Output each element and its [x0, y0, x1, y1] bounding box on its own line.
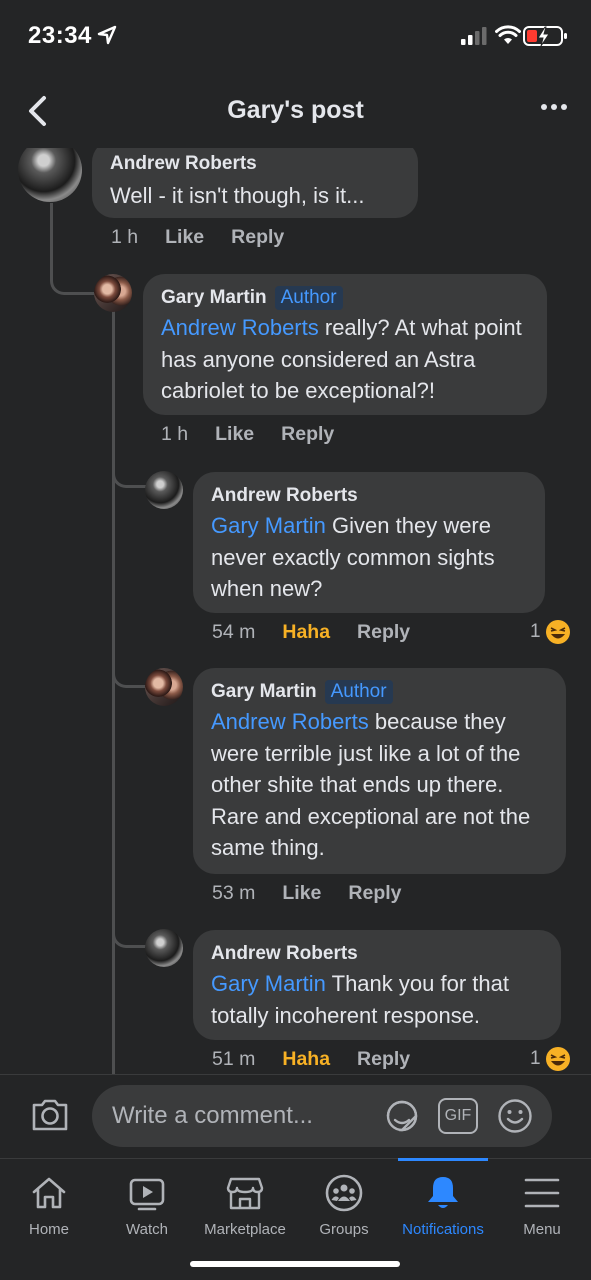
avatar[interactable] — [18, 148, 82, 202]
comment-author[interactable]: Andrew Roberts — [211, 484, 358, 508]
comment-time: 54 m — [212, 621, 256, 643]
cellular-signal-icon — [461, 27, 487, 45]
tab-notifications[interactable]: Notifications — [394, 1159, 492, 1238]
tab-label: Watch — [126, 1221, 168, 1238]
comment-time: 1 h — [111, 226, 139, 248]
reply-button[interactable]: Reply — [231, 226, 284, 249]
like-button[interactable]: Like — [165, 226, 204, 249]
comment-actions: 53 m Like Reply — [212, 882, 402, 905]
tab-watch[interactable]: Watch — [98, 1159, 196, 1238]
emoji-icon[interactable] — [497, 1098, 533, 1134]
haha-reaction-button[interactable]: Haha — [282, 621, 330, 644]
tab-label: Notifications — [402, 1221, 484, 1238]
location-arrow-icon — [97, 25, 117, 45]
comment-author[interactable]: Gary Martin — [161, 286, 267, 310]
avatar[interactable] — [145, 471, 183, 509]
mention-link[interactable]: Andrew Roberts — [211, 709, 369, 734]
comment-bubble[interactable]: Gary Martin Author Andrew Roberts becaus… — [193, 668, 566, 874]
comment-time: 1 h — [161, 423, 189, 445]
reaction-count-value: 1 — [530, 1048, 541, 1069]
comment-actions: 1 h Like Reply — [161, 423, 334, 446]
reply-button[interactable]: Reply — [357, 1048, 410, 1071]
groups-icon — [325, 1174, 363, 1212]
author-badge: Author — [274, 286, 343, 310]
comment-bubble[interactable]: Andrew Roberts Gary Martin Thank you for… — [193, 930, 561, 1040]
tab-label: Menu — [523, 1221, 561, 1238]
watch-icon — [129, 1178, 165, 1211]
comment-bubble[interactable]: Gary Martin Author Andrew Roberts really… — [143, 274, 547, 415]
menu-icon — [524, 1178, 560, 1208]
comment-thread: Andrew Roberts Well - it isn't though, i… — [0, 148, 591, 1074]
camera-icon[interactable] — [30, 1097, 70, 1133]
like-button[interactable]: Like — [215, 423, 254, 446]
comment-text: Well - it isn't though, is it... — [110, 183, 365, 208]
comment-author[interactable]: Gary Martin — [211, 680, 317, 704]
reply-button[interactable]: Reply — [281, 423, 334, 446]
home-indicator[interactable] — [190, 1261, 400, 1267]
comment-time: 53 m — [212, 882, 256, 904]
gif-button[interactable]: GIF — [438, 1098, 478, 1134]
comment-time: 51 m — [212, 1048, 256, 1070]
tab-home[interactable]: Home — [0, 1159, 98, 1238]
tab-label: Home — [28, 1221, 69, 1238]
comment-input[interactable] — [92, 1085, 552, 1147]
comment-actions: 51 m Haha Reply — [212, 1048, 410, 1071]
avatar[interactable] — [145, 929, 183, 967]
reaction-count-value: 1 — [530, 621, 541, 642]
comment-actions: 1 h Like Reply — [111, 226, 284, 249]
page-title: Gary's post — [227, 96, 364, 124]
tab-label: Marketplace — [204, 1221, 286, 1238]
status-bar: 23:34 — [0, 0, 591, 72]
more-options-button[interactable] — [541, 104, 567, 110]
mention-link[interactable]: Andrew Roberts — [161, 315, 319, 340]
mention-link[interactable]: Gary Martin — [211, 971, 326, 996]
haha-emoji-icon — [545, 1047, 570, 1071]
tab-menu[interactable]: Menu — [493, 1159, 591, 1238]
haha-emoji-icon — [545, 620, 570, 644]
comment-bubble[interactable]: Andrew Roberts Well - it isn't though, i… — [92, 148, 418, 218]
reaction-count[interactable]: 1 — [530, 1046, 571, 1072]
tab-label: Groups — [319, 1221, 369, 1238]
tab-groups[interactable]: Groups — [295, 1159, 393, 1238]
comment-bubble[interactable]: Andrew Roberts Gary Martin Given they we… — [193, 472, 545, 613]
sticker-icon[interactable] — [382, 1096, 422, 1136]
tab-marketplace[interactable]: Marketplace — [196, 1159, 294, 1238]
reply-button[interactable]: Reply — [348, 882, 401, 905]
avatar[interactable] — [94, 274, 132, 312]
status-time: 23:34 — [28, 22, 92, 49]
haha-reaction-button[interactable]: Haha — [282, 1048, 330, 1071]
reaction-count[interactable]: 1 — [530, 619, 571, 645]
comment-actions: 54 m Haha Reply — [212, 621, 410, 644]
mention-link[interactable]: Gary Martin — [211, 513, 326, 538]
battery-icon — [523, 26, 567, 47]
bell-icon — [428, 1177, 458, 1208]
avatar[interactable] — [145, 668, 183, 706]
comment-author[interactable]: Andrew Roberts — [110, 152, 257, 176]
like-button[interactable]: Like — [282, 882, 321, 905]
reply-button[interactable]: Reply — [357, 621, 410, 644]
gif-label: GIF — [444, 1107, 472, 1124]
comment-composer: GIF — [0, 1074, 591, 1158]
wifi-icon — [495, 25, 521, 44]
nav-bar: Gary's post — [0, 72, 591, 148]
author-badge: Author — [324, 680, 393, 704]
home-icon — [32, 1177, 66, 1209]
marketplace-icon — [226, 1177, 264, 1210]
comment-author[interactable]: Andrew Roberts — [211, 942, 358, 966]
